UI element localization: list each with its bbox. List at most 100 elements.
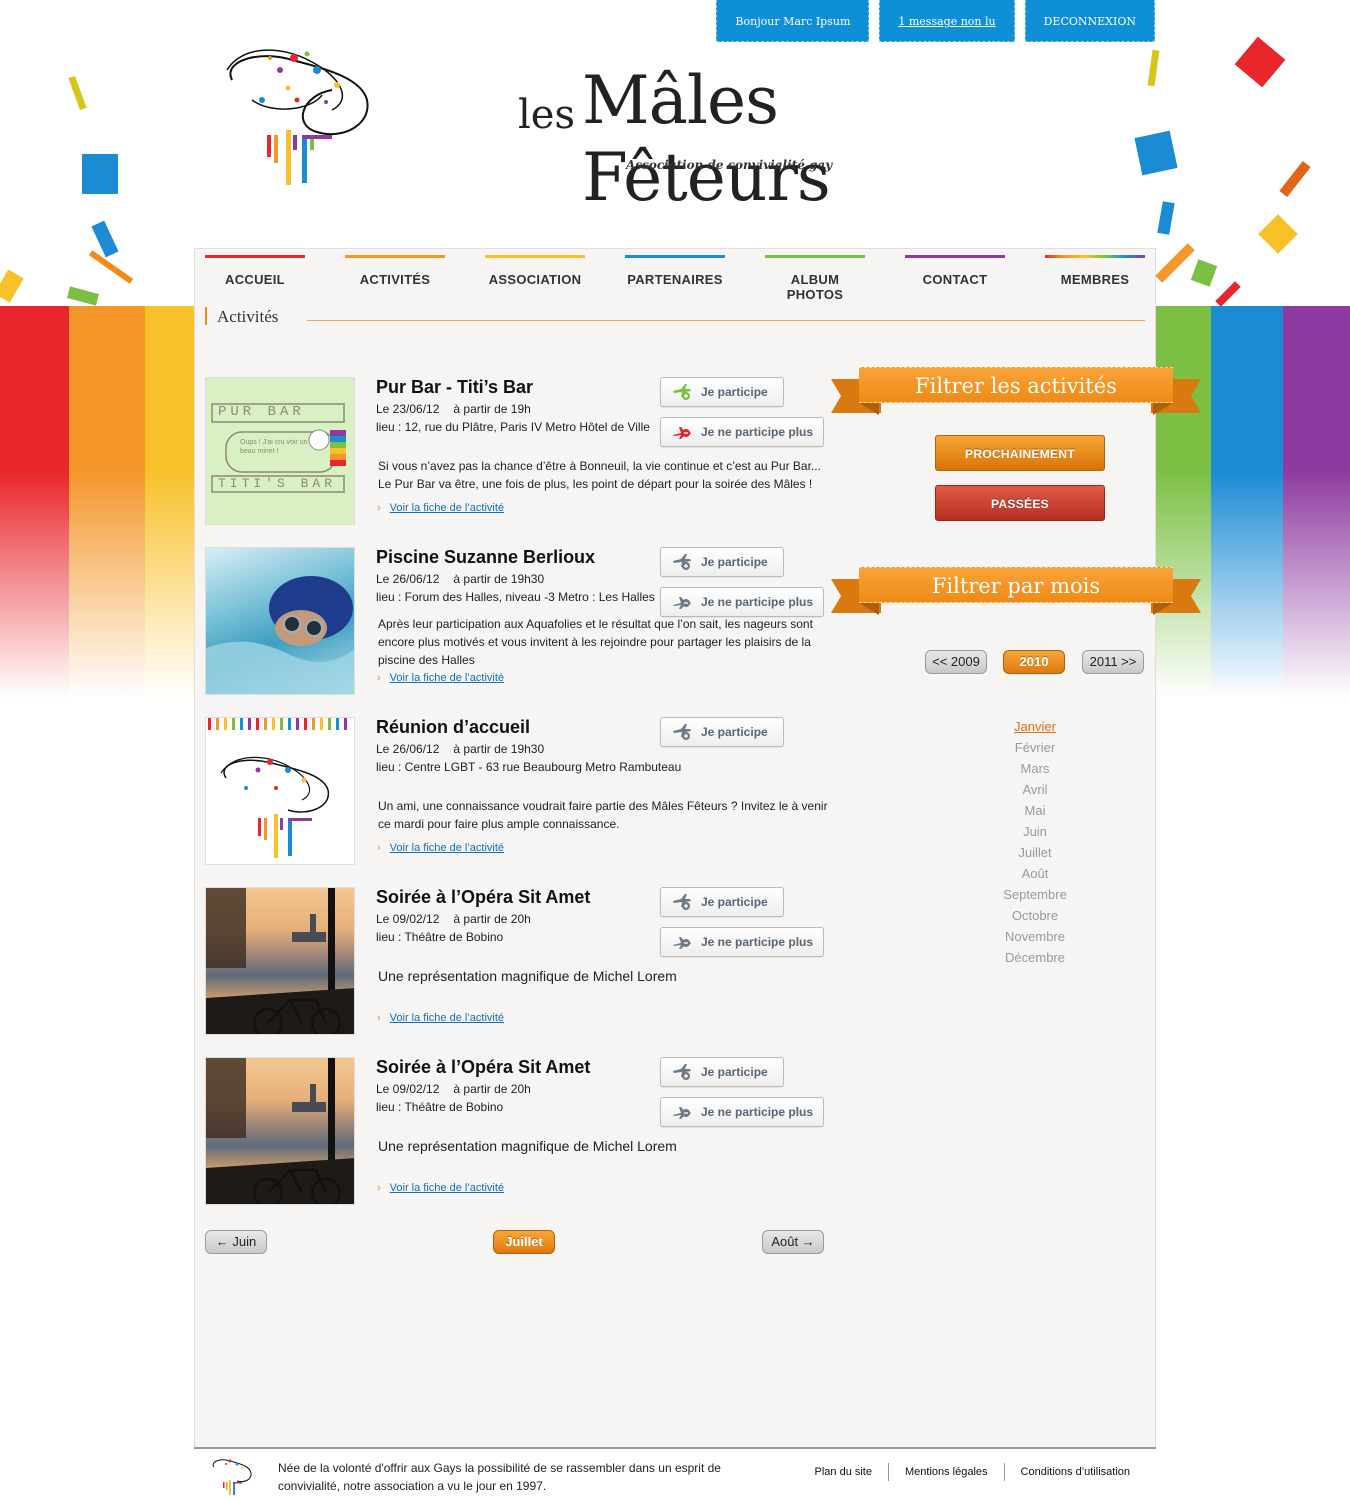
activity-title[interactable]: Soirée à l’Opéra Sit Amet [376,1057,590,1078]
confetti [88,250,134,284]
participate-button[interactable]: Je participe [660,547,784,577]
activity-thumbnail[interactable] [205,1057,355,1205]
month-item[interactable]: Janvier [985,719,1085,740]
logout-button[interactable]: DECONNEXION [1024,0,1155,42]
activity-thumbnail[interactable] [205,887,355,1035]
footer-link-terms[interactable]: Conditions d’utilisation [1003,1463,1146,1481]
activity-details-link[interactable]: Voir la fiche de l’activité [390,1182,504,1194]
year-next-button[interactable]: 2011 >> [1082,650,1144,674]
greeting-link[interactable]: Bonjour Marc Ipsum [716,0,870,42]
activity-details-link[interactable]: Voir la fiche de l’activité [390,502,504,514]
plane-minus-icon [673,597,691,609]
upcoming-filter-button[interactable]: PROCHAINEMENT [935,435,1105,471]
brand-name: Mâles Fêteurs [582,62,831,216]
past-filter-button[interactable]: PASSÉES [935,485,1105,521]
page-title: Activités [217,307,279,326]
activity-title[interactable]: Réunion d’accueil [376,717,530,738]
month-item[interactable]: Octobre [985,908,1085,929]
activity-day: Le 09/02/12 [376,912,440,926]
month-item[interactable]: Avril [985,782,1085,803]
plane-minus-icon [673,1107,691,1119]
prev-month-button[interactable]: ← Juin [205,1230,267,1254]
nav-item-activites[interactable]: ACTIVITÉS [345,255,445,302]
activity-thumbnail[interactable]: PUR BAR Oups ! J'ai cru voir un beau min… [205,377,355,525]
nav-item-album-photos[interactable]: ALBUM PHOTOS [765,255,865,302]
activity-thumbnail[interactable] [205,717,355,865]
participate-button[interactable]: Je participe [660,377,784,407]
unparticipate-button[interactable]: Je ne participe plus [660,1097,824,1127]
month-item[interactable]: Août [985,866,1085,887]
activity-time: à partir de 19h30 [453,742,545,756]
chevron-right-icon: › [377,842,381,854]
month-item[interactable]: Juillet [985,845,1085,866]
footer-link-legal[interactable]: Mentions légales [887,1463,1004,1481]
unparticipate-label: Je ne participe plus [701,1105,814,1119]
confetti [66,286,100,306]
activity-item: Soirée à l’Opéra Sit Amet Le 09/02/12 à p… [205,1057,825,1207]
month-item[interactable]: Décembre [985,950,1085,971]
month-item[interactable]: Mars [985,761,1085,782]
unparticipate-button[interactable]: Je ne participe plus [660,417,824,447]
footer-logo-icon [212,1459,252,1495]
nav-item-accueil[interactable]: ACCUEIL [205,255,305,302]
participate-label: Je participe [701,385,768,399]
confetti [1157,201,1175,235]
participate-button[interactable]: Je participe [660,1057,784,1087]
nav-item-membres[interactable]: MEMBRES [1045,255,1145,302]
chevron-right-icon: › [377,1012,381,1024]
activity-title[interactable]: Piscine Suzanne Berlioux [376,547,595,568]
next-month-button[interactable]: Août → [762,1230,824,1254]
activity-date: Le 23/06/12 à partir de 19h [376,402,531,416]
year-current-button[interactable]: 2010 [1003,650,1065,674]
activity-place: lieu : Forum des Halles, niveau -3 Metro… [376,590,655,604]
activity-description: Un ami, une connaissance voudrait faire … [378,799,828,831]
nav-item-partenaires[interactable]: PARTENAIRES [625,255,725,302]
activity-item: Réunion d’accueil Le 26/06/12 à partir de… [205,717,828,867]
month-item[interactable]: Juin [985,824,1085,845]
activity-description: Après leur participation aux Aquafolies … [378,617,813,667]
plane-plus-icon [673,554,691,570]
month-item[interactable]: Septembre [985,887,1085,908]
participate-button[interactable]: Je participe [660,887,784,917]
activity-date: Le 09/02/12 à partir de 20h [376,1082,531,1096]
participate-label: Je participe [701,1065,768,1079]
riverside-bike-photo-icon [206,888,354,1034]
participate-label: Je participe [701,725,768,739]
user-bar: Bonjour Marc Ipsum 1 message non lu DECO… [716,0,1155,42]
activity-title[interactable]: Pur Bar - Titi’s Bar [376,377,533,398]
footer-link-sitemap[interactable]: Plan du site [799,1463,888,1481]
thumb-title-top: PUR BAR [218,404,305,420]
month-item[interactable]: Mai [985,803,1085,824]
plane-minus-icon [673,937,691,949]
unparticipate-button[interactable]: Je ne participe plus [660,927,824,957]
month-item[interactable]: Février [985,740,1085,761]
activity-item: Piscine Suzanne Berlioux Le 26/06/12 à pa… [205,547,825,697]
month-item[interactable]: Novembre [985,929,1085,950]
nav-item-association[interactable]: ASSOCIATION [485,255,585,302]
activity-item: PUR BAR Oups ! J'ai cru voir un beau min… [205,377,825,527]
confetti [1134,130,1178,176]
association-logo-icon [208,718,347,858]
nav-item-contact[interactable]: CONTACT [905,255,1005,302]
thumb-title-bottom: TITI'S BAR [218,476,337,491]
footer-links: Plan du site Mentions légales Conditions… [799,1463,1147,1481]
activity-details-link[interactable]: Voir la fiche de l’activité [390,842,504,854]
messages-link[interactable]: 1 message non lu [879,0,1015,42]
unparticipate-button[interactable]: Je ne participe plus [660,587,824,617]
participate-button[interactable]: Je participe [660,717,784,747]
year-prev-button[interactable]: << 2009 [925,650,987,674]
participate-label: Je participe [701,895,768,909]
participate-label: Je participe [701,555,768,569]
unparticipate-label: Je ne participe plus [701,935,814,949]
activity-place: lieu : Théâtre de Bobino [376,930,504,944]
filter-activities-title: Filtrer les activités [859,367,1173,403]
confetti [1215,281,1241,307]
activity-thumbnail[interactable] [205,547,355,695]
activity-details-link[interactable]: Voir la fiche de l’activité [390,1012,504,1024]
confetti [82,154,118,194]
activity-title[interactable]: Soirée à l’Opéra Sit Amet [376,887,590,908]
current-month-button[interactable]: Juillet [493,1230,555,1254]
footer: Née de la volonté d'offrir aux Gays la p… [194,1447,1156,1500]
brand-les: les [518,92,575,138]
activity-details-link[interactable]: Voir la fiche de l’activité [390,672,504,684]
